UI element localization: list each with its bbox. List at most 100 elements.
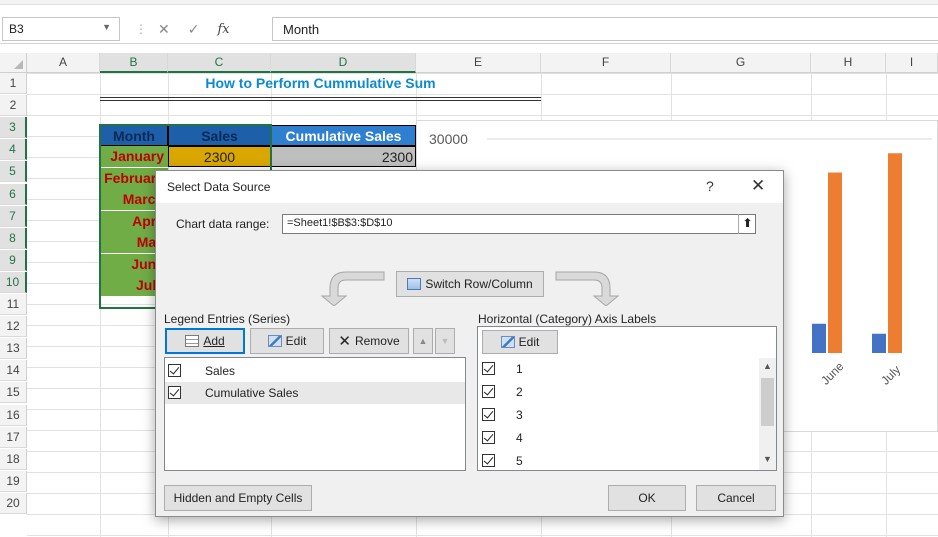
axis-label-checkbox[interactable] [482, 362, 495, 375]
chevron-down-icon[interactable]: ▼ [102, 22, 111, 32]
select-data-source-dialog: Select Data Source ? ✕ Chart data range:… [155, 170, 784, 517]
dialog-title-bar[interactable]: Select Data Source ? ✕ [156, 171, 783, 203]
row-header[interactable]: 10 [0, 271, 27, 293]
row-header[interactable]: 16 [0, 404, 27, 426]
axis-label-checkbox[interactable] [482, 408, 495, 421]
edit-series-button[interactable]: Edit [250, 328, 324, 354]
cancel-label: Cancel [717, 491, 755, 505]
row-header[interactable]: 14 [0, 360, 27, 382]
name-box-value: B3 [9, 22, 24, 36]
series-item[interactable]: Sales [165, 360, 465, 382]
axis-label-checkbox[interactable] [482, 431, 495, 444]
column-header-i[interactable]: I [886, 53, 938, 73]
move-up-icon[interactable]: ▲ [413, 328, 433, 354]
column-header-h[interactable]: H [811, 53, 886, 73]
row-header[interactable]: 2 [0, 95, 27, 117]
series-checkbox[interactable] [168, 386, 181, 399]
axis-label-text: 2 [516, 385, 523, 399]
axis-label-item[interactable]: 5 [478, 450, 758, 472]
cancel-button[interactable]: Cancel [696, 485, 776, 511]
row-header[interactable]: 11 [0, 294, 27, 315]
edit-axis-labels-button[interactable]: Edit [482, 330, 558, 354]
row-header[interactable]: 1 [0, 73, 27, 94]
header-cumulative[interactable]: Cumulative Sales [271, 125, 416, 146]
scroll-down-icon[interactable]: ▼ [763, 454, 772, 464]
chart-bar [872, 333, 886, 353]
row-header[interactable]: 6 [0, 183, 27, 205]
hidden-empty-cells-button[interactable]: Hidden and Empty Cells [164, 485, 312, 511]
row-header[interactable]: 8 [0, 227, 27, 249]
switch-icon [407, 278, 422, 290]
insert-function-icon[interactable]: fx [217, 22, 229, 37]
x-tick-label: June [818, 359, 847, 388]
axis-label-item[interactable]: 4 [478, 427, 758, 449]
edit-series-label: Edit [285, 334, 307, 348]
axis-label-item[interactable]: 3 [478, 404, 758, 426]
axis-labels-label: Horizontal (Category) Axis Labels [478, 312, 657, 326]
column-header-c[interactable]: C [168, 53, 271, 73]
scroll-thumb[interactable] [761, 378, 774, 426]
edit-axis-labels-label: Edit [518, 335, 540, 349]
row-header[interactable]: 12 [0, 316, 27, 338]
month-cell[interactable]: January [100, 146, 168, 167]
column-header-b[interactable]: B [100, 53, 168, 73]
column-header-f[interactable]: F [541, 53, 671, 73]
edit-pencil-icon [267, 335, 282, 347]
chart-range-input[interactable]: =Sheet1!$B$3:$D$10 [282, 214, 756, 234]
curved-arrow-right-icon [555, 271, 620, 306]
column-header-a[interactable]: A [27, 53, 100, 73]
sales-cell[interactable]: 2300 [168, 146, 271, 167]
drag-handle-icon[interactable]: ⋮ [135, 22, 147, 36]
name-box[interactable]: B3 ▼ [2, 17, 120, 41]
header-month[interactable]: Month [100, 125, 168, 146]
legend-entries-label: Legend Entries (Series) [164, 312, 291, 326]
move-down-icon[interactable]: ▼ [435, 328, 455, 354]
row-header[interactable]: 5 [0, 161, 27, 183]
row-header[interactable]: 15 [0, 382, 27, 404]
cumulative-cell[interactable]: 2300 [271, 146, 416, 167]
curved-arrow-left-icon [320, 271, 385, 306]
switch-row-column-button[interactable]: Switch Row/Column [396, 271, 544, 297]
axis-label-item[interactable]: 1 [478, 358, 758, 380]
remove-series-button[interactable]: ✕ Remove [329, 328, 409, 354]
row-header[interactable]: 18 [0, 448, 27, 470]
cancel-icon[interactable]: ✕ [158, 21, 170, 38]
row-header[interactable]: 17 [0, 426, 27, 448]
row-header[interactable]: 3 [0, 117, 27, 139]
header-sales[interactable]: Sales [168, 125, 271, 146]
row-header[interactable]: 20 [0, 492, 27, 514]
row-header[interactable]: 4 [0, 139, 27, 161]
sheet-title: How to Perform Cummulative Sum [205, 75, 436, 91]
close-icon[interactable]: ✕ [751, 176, 765, 196]
ok-label: OK [638, 491, 656, 505]
add-table-icon [185, 335, 200, 347]
check-icon[interactable]: ✓ [188, 21, 200, 38]
help-icon[interactable]: ? [706, 178, 714, 194]
row-header[interactable]: 19 [0, 470, 27, 492]
ok-button[interactable]: OK [608, 485, 686, 511]
edit-pencil-icon [500, 336, 515, 348]
dialog-title: Select Data Source [167, 180, 271, 194]
series-checkbox[interactable] [168, 364, 181, 377]
axis-label-checkbox[interactable] [482, 454, 495, 467]
collapse-dialog-icon[interactable]: ⬆ [738, 214, 756, 234]
add-series-button[interactable]: Add [165, 328, 245, 354]
axis-label-item[interactable]: 2 [478, 381, 758, 403]
scroll-up-icon[interactable]: ▲ [763, 361, 772, 371]
row-header[interactable]: 9 [0, 249, 27, 271]
axis-list-scrollbar[interactable]: ▲ ▼ [759, 358, 776, 470]
series-item[interactable]: Cumulative Sales [165, 382, 465, 404]
series-list[interactable]: Sales Cumulative Sales [164, 357, 466, 471]
x-tick-label: July [878, 363, 903, 388]
column-header-d[interactable]: D [271, 53, 416, 73]
axis-label-text: 3 [516, 408, 523, 422]
series-item-label: Sales [205, 364, 236, 378]
column-header-e[interactable]: E [416, 53, 541, 73]
row-header[interactable]: 13 [0, 338, 27, 360]
formula-input[interactable]: Month [272, 17, 938, 41]
select-all-corner[interactable] [0, 53, 27, 73]
row-header[interactable]: 7 [0, 205, 27, 227]
axis-label-checkbox[interactable] [482, 385, 495, 398]
chart-range-label: Chart data range: [176, 217, 270, 231]
column-header-g[interactable]: G [671, 53, 811, 73]
